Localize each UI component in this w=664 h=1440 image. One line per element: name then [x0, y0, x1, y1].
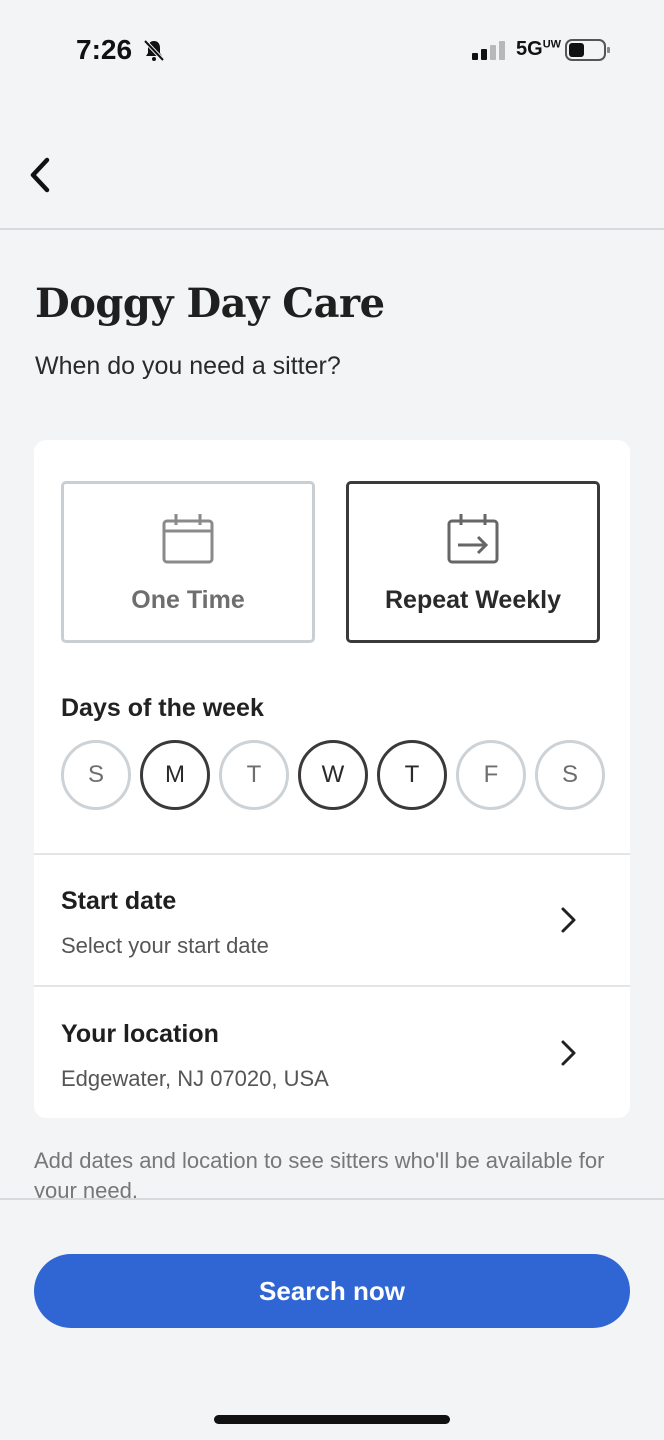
page-subtitle: When do you need a sitter?	[35, 352, 341, 380]
day-toggle-monday[interactable]: M	[140, 740, 210, 810]
day-toggle-saturday[interactable]: S	[535, 740, 605, 810]
one-time-label: One Time	[131, 586, 245, 614]
calendar-repeat-icon	[447, 514, 499, 564]
network-label: 5GUW	[516, 38, 562, 60]
day-toggle-friday[interactable]: F	[456, 740, 526, 810]
chevron-right-icon	[561, 1040, 576, 1066]
day-toggle-tuesday[interactable]: T	[219, 740, 289, 810]
header-divider	[0, 228, 664, 230]
start-date-title: Start date	[61, 887, 177, 915]
location-row[interactable]: Your location Edgewater, NJ 07020, USA	[34, 988, 630, 1118]
bell-muted-icon	[143, 39, 165, 62]
location-title: Your location	[61, 1020, 219, 1048]
days-of-week-label: Days of the week	[61, 694, 264, 722]
page-title: Doggy Day Care	[35, 280, 385, 327]
start-date-row[interactable]: Start date Select your start date	[34, 855, 630, 985]
back-button[interactable]	[18, 150, 62, 200]
battery-icon	[565, 39, 610, 61]
chevron-right-icon	[561, 907, 576, 933]
days-of-week-selector: S M T W T F S	[61, 740, 605, 810]
status-time: 7:26	[76, 34, 133, 65]
day-toggle-thursday[interactable]: T	[377, 740, 447, 810]
repeat-weekly-label: Repeat Weekly	[384, 586, 561, 614]
booking-card: One Time Repeat Weekly Days of the week …	[34, 440, 630, 1118]
search-now-button[interactable]: Search now	[34, 1254, 630, 1328]
footer-divider	[0, 1198, 664, 1200]
start-date-value: Select your start date	[61, 933, 269, 958]
chevron-left-icon	[30, 157, 50, 193]
signal-bars-icon	[472, 41, 505, 60]
divider	[34, 985, 630, 987]
day-toggle-sunday[interactable]: S	[61, 740, 131, 810]
one-time-option[interactable]: One Time	[61, 481, 315, 643]
home-indicator	[214, 1415, 450, 1424]
helper-text: Add dates and location to see sitters wh…	[34, 1148, 605, 1198]
calendar-icon	[162, 514, 214, 564]
location-value: Edgewater, NJ 07020, USA	[61, 1066, 329, 1091]
repeat-weekly-option[interactable]: Repeat Weekly	[346, 481, 600, 643]
day-toggle-wednesday[interactable]: W	[298, 740, 368, 810]
status-bar: 7:26 5GUW	[0, 0, 664, 100]
